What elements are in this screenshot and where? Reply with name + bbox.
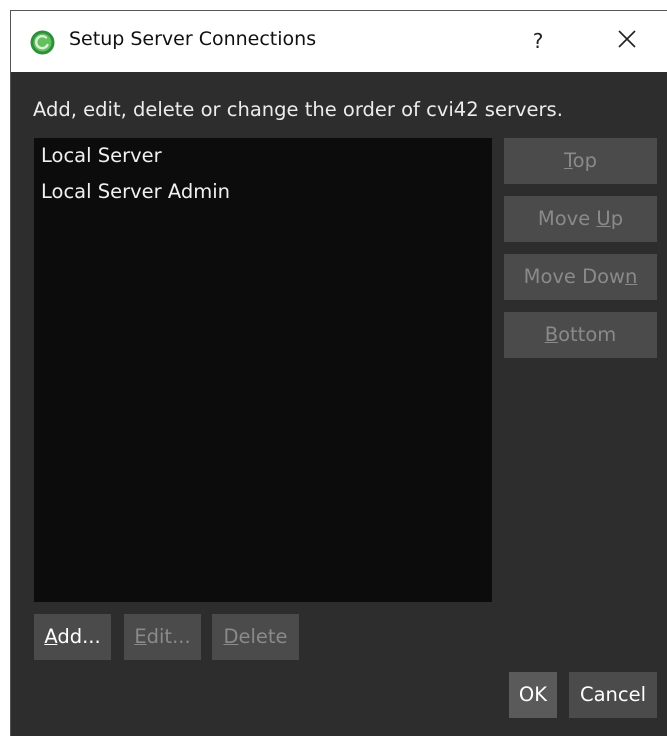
cancel-button[interactable]: Cancel (569, 672, 657, 718)
delete-button[interactable]: Delete (212, 614, 299, 660)
edit-button-mnemonic: E (134, 625, 147, 648)
top-button-mnemonic: T (564, 149, 573, 172)
edit-button[interactable]: Edit... (124, 614, 201, 660)
delete-button-mnemonic: D (223, 625, 239, 648)
help-button[interactable]: ? (518, 21, 558, 61)
edit-button-label-post: dit... (146, 625, 191, 648)
top-button[interactable]: Top (504, 138, 657, 184)
instruction-text: Add, edit, delete or change the order of… (33, 98, 563, 121)
server-list[interactable]: Local Server Local Server Admin (34, 138, 492, 602)
move-down-button-label-pre: Move Dow (523, 265, 626, 288)
move-down-button-mnemonic: n (625, 265, 638, 288)
top-button-label-post: op (572, 149, 597, 172)
move-up-button-label-post: p (610, 207, 624, 230)
server-list-item[interactable]: Local Server (41, 144, 162, 167)
bottom-button-mnemonic: B (544, 323, 559, 346)
title-bar: Setup Server Connections ? (11, 11, 667, 72)
cvi42-app-icon (30, 30, 55, 55)
move-up-button-label-pre: Move (537, 207, 597, 230)
ok-button[interactable]: OK (509, 672, 557, 718)
dialog-title: Setup Server Connections (69, 28, 317, 50)
bottom-button-label-post: ottom (558, 323, 617, 346)
add-button-label-post: dd... (57, 625, 101, 648)
move-up-button-mnemonic: U (596, 207, 611, 230)
bottom-button[interactable]: Bottom (504, 312, 657, 358)
server-list-item[interactable]: Local Server Admin (41, 180, 230, 203)
setup-server-connections-dialog: Setup Server Connections ? Add, edit, de… (10, 10, 667, 736)
add-button[interactable]: Add... (34, 614, 111, 660)
delete-button-label-post: elete (238, 625, 288, 648)
move-up-button[interactable]: Move Up (504, 196, 657, 242)
move-down-button[interactable]: Move Down (504, 254, 657, 300)
add-button-mnemonic: A (44, 625, 58, 648)
close-button[interactable] (607, 21, 647, 61)
close-icon (618, 30, 636, 52)
